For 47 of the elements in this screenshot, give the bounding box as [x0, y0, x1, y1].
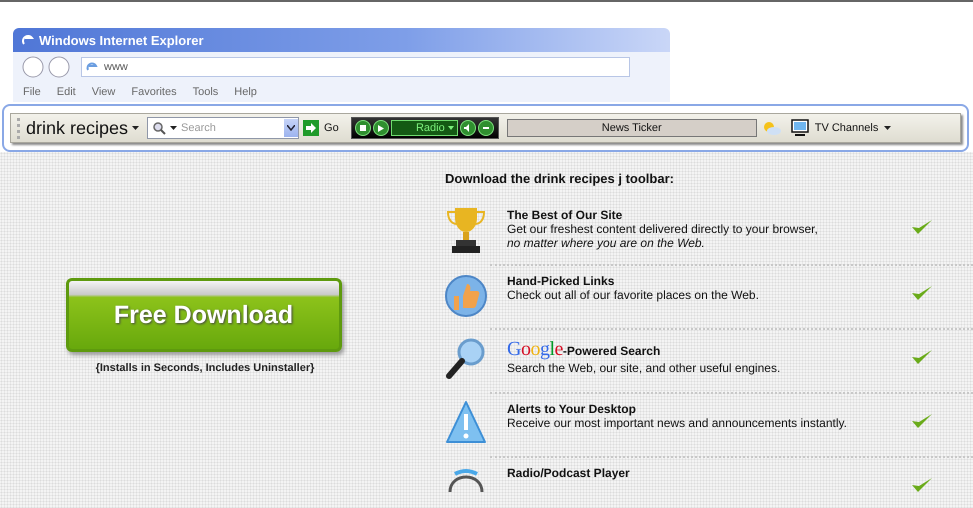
- volume-button[interactable]: [460, 120, 476, 136]
- play-button[interactable]: [372, 120, 389, 136]
- features-heading: Download the drink recipes j toolbar:: [445, 171, 675, 186]
- search-icon: [152, 121, 166, 135]
- search-field[interactable]: Search: [181, 122, 268, 134]
- menu-item[interactable]: File: [23, 86, 41, 98]
- caret-icon: [132, 126, 140, 130]
- feature-description: Get our freshest content delivered directly to your browser,: [507, 222, 819, 236]
- news-ticker[interactable]: News Ticker: [506, 119, 757, 137]
- feature-title: -Powered Search: [562, 344, 660, 358]
- feature-title: Hand-Picked Links: [507, 274, 614, 288]
- page-icon: [86, 61, 98, 73]
- caret-icon: [170, 126, 178, 130]
- tv-channels-button[interactable]: TV Channels: [790, 119, 892, 137]
- chevron-icon: [287, 125, 296, 131]
- search-dropdown-button[interactable]: [284, 119, 298, 137]
- feature-title: Alerts to Your Desktop: [507, 402, 636, 416]
- arrow-icon: [303, 120, 320, 136]
- play-icon: [378, 124, 384, 132]
- feature-description: Receive our most important news and announcements instantly.: [507, 416, 848, 430]
- speaker-icon: [464, 124, 472, 132]
- go-button[interactable]: Go: [303, 120, 339, 136]
- feature-description: Search the Web, our site, and other useful engines.: [507, 361, 782, 375]
- menu-item[interactable]: Tools: [192, 86, 218, 98]
- browser-logo-icon: [21, 33, 35, 47]
- installer-note: {Installs in Seconds, Includes Uninstaller}: [96, 362, 314, 374]
- menu-item[interactable]: View: [92, 86, 116, 98]
- minus-icon: [482, 127, 489, 129]
- caret-icon: [884, 126, 892, 130]
- stop-icon: [360, 125, 366, 131]
- menu-item[interactable]: Edit: [56, 86, 76, 98]
- monitor-icon: [790, 119, 809, 137]
- search-box[interactable]: Search: [147, 117, 300, 139]
- google-logo: Google: [507, 338, 563, 361]
- station-select[interactable]: Radio: [390, 120, 458, 136]
- caret-icon: [448, 126, 454, 130]
- feature-description: Check out all of our favorite places on the Web.: [507, 288, 760, 302]
- menu-item[interactable]: Help: [234, 86, 257, 98]
- stop-button[interactable]: [354, 120, 371, 136]
- address-text: www: [104, 61, 128, 73]
- brand-menu[interactable]: drink recipes: [17, 118, 144, 138]
- menu-item[interactable]: Favorites: [131, 86, 177, 98]
- feature-note: no matter where you are on the Web.: [507, 236, 706, 250]
- minimize-button[interactable]: [478, 120, 494, 136]
- feature-title: Radio/Podcast Player: [507, 466, 630, 480]
- feature-title: The Best of Our Site: [507, 208, 622, 222]
- window-title: Windows Internet Explorer: [39, 32, 204, 48]
